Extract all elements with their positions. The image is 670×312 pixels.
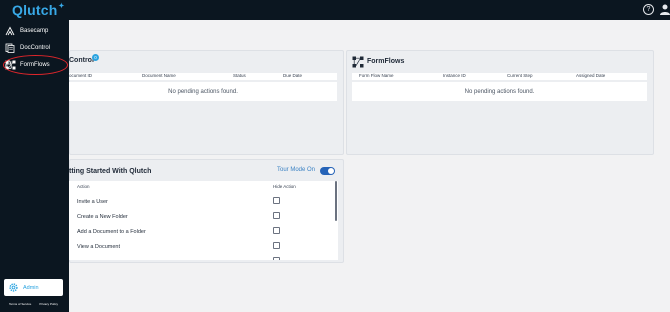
- list-item: Add a Document to a Folder: [69, 225, 331, 240]
- list-item: Invite a User: [69, 195, 331, 210]
- app-logo[interactable]: Qlutch ✦: [12, 2, 65, 18]
- doccontrol-empty-message: No pending actions found.: [69, 82, 337, 101]
- list-item: Create a New Folder: [69, 210, 331, 225]
- gear-icon: [9, 283, 18, 292]
- column-header: Hide Action: [273, 184, 296, 189]
- doccontrol-count-badge: 0: [92, 54, 99, 61]
- logo-spark-icon: ✦: [58, 3, 65, 10]
- action-label: Add a Document to a Folder: [77, 229, 146, 235]
- sidebar-item-label: DocControl: [20, 45, 51, 51]
- action-label: View a Document: [77, 244, 121, 250]
- column-header: Form Flow Name: [359, 73, 394, 78]
- hide-action-checkbox[interactable]: [273, 212, 280, 219]
- help-icon[interactable]: ?: [643, 4, 654, 15]
- lock-icon: [5, 60, 12, 69]
- hide-action-checkbox[interactable]: [273, 227, 280, 234]
- column-header: Instance ID: [443, 73, 466, 78]
- privacy-link[interactable]: Privacy Policy: [39, 302, 58, 306]
- column-header: Document Name: [142, 73, 176, 78]
- doccontrol-title: Control: [69, 57, 94, 64]
- admin-button[interactable]: Admin: [4, 279, 63, 296]
- tour-mode-toggle[interactable]: [320, 167, 335, 175]
- sidebar-item-label: FormFlows: [20, 62, 50, 68]
- column-header: Assigned Date: [576, 73, 606, 78]
- hide-action-checkbox[interactable]: [273, 197, 280, 204]
- sidebar-item-formflows[interactable]: FormFlows: [0, 57, 69, 73]
- admin-label: Admin: [23, 284, 39, 291]
- logo-text: Qlutch: [12, 2, 58, 18]
- terms-link[interactable]: Terms of Service: [9, 302, 31, 306]
- action-label: Invite a User: [77, 199, 108, 205]
- sidebar-footer: Terms of Service Privacy Policy: [9, 302, 58, 306]
- hide-action-checkbox[interactable]: [273, 257, 280, 260]
- user-icon[interactable]: [660, 3, 670, 15]
- getting-started-list: Action Hide Action Invite a User Create …: [69, 181, 338, 260]
- hide-action-checkbox[interactable]: [273, 242, 280, 249]
- workflow-icon: [352, 56, 364, 68]
- scrollbar-thumb[interactable]: [335, 181, 337, 221]
- column-header: Current Step: [507, 73, 533, 78]
- top-bar: Qlutch ✦ ?: [0, 0, 670, 20]
- column-header: ocument ID: [69, 73, 93, 78]
- list-item: [69, 255, 331, 260]
- formflows-title: FormFlows: [367, 58, 405, 65]
- documents-icon: [5, 43, 15, 53]
- column-header: Action: [77, 184, 90, 189]
- toggle-knob: [328, 168, 334, 174]
- getting-started-title: tting Started With Qlutch: [69, 168, 152, 175]
- list-header: Action Hide Action: [69, 181, 338, 192]
- sidebar-item-basecamp[interactable]: Basecamp: [0, 23, 69, 39]
- sidebar-item-label: Basecamp: [20, 28, 49, 34]
- list-item: View a Document: [69, 240, 331, 255]
- doccontrol-card: [69, 50, 344, 155]
- action-label: Create a New Folder: [77, 214, 128, 220]
- mountain-icon: [5, 26, 15, 36]
- sidebar-item-doccontrol[interactable]: DocControl: [0, 40, 69, 56]
- list-scrollbar[interactable]: [334, 181, 338, 260]
- tour-mode-label: Tour Mode On: [277, 167, 316, 173]
- formflows-empty-message: No pending actions found.: [352, 82, 647, 101]
- column-header: Status: [233, 73, 246, 78]
- column-header: Due Date: [283, 73, 303, 78]
- formflows-card: [346, 50, 654, 155]
